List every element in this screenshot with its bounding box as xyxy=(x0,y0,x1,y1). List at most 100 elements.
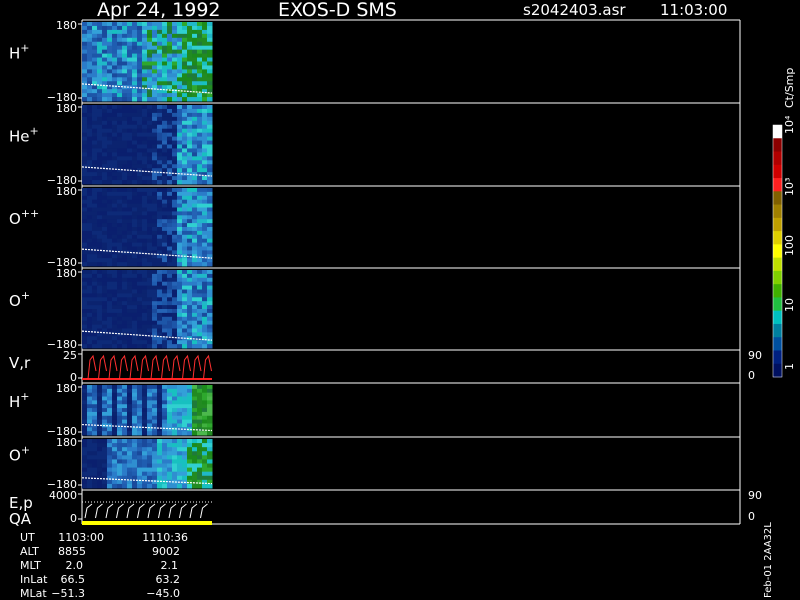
heatmap-cell xyxy=(142,172,148,177)
heatmap-cell xyxy=(197,332,203,337)
heatmap-cell xyxy=(127,69,133,74)
heatmap-cell xyxy=(142,328,148,333)
heatmap-cell xyxy=(132,97,138,102)
heatmap-cell xyxy=(117,479,123,485)
heatmap-cell xyxy=(177,400,183,405)
heatmap-cell xyxy=(97,415,103,421)
heatmap-cell xyxy=(107,33,113,39)
species-label-2: QA xyxy=(9,510,32,528)
heatmap-cell xyxy=(147,22,153,27)
heatmap-cell xyxy=(107,262,113,267)
heatmap-cell xyxy=(97,227,103,232)
heatmap-cell xyxy=(82,57,88,62)
heatmap-cell xyxy=(167,180,173,185)
heatmap-cell xyxy=(182,22,188,27)
heatmap-cell xyxy=(102,344,108,349)
heatmap-cell xyxy=(132,207,138,212)
heatmap-cell xyxy=(172,223,178,228)
heatmap-cell xyxy=(197,309,203,314)
heatmap-cell xyxy=(92,41,98,47)
heatmap-cell xyxy=(147,309,153,314)
footer-label-mlt: MLT xyxy=(20,559,41,572)
heatmap-cell xyxy=(107,223,113,228)
heatmap-cell xyxy=(192,305,198,310)
heatmap-cell xyxy=(197,152,203,157)
heatmap-cell xyxy=(182,328,188,333)
heatmap-cell xyxy=(107,277,113,283)
heatmap-cell xyxy=(147,467,153,473)
heatmap-cell xyxy=(172,37,178,43)
heatmap-cell xyxy=(192,439,198,444)
heatmap-cell xyxy=(117,25,123,31)
heatmap-cell xyxy=(162,128,168,134)
heatmap-cell xyxy=(107,25,113,31)
heatmap-cell xyxy=(137,270,143,275)
heatmap-cell xyxy=(97,459,103,464)
heatmap-cell xyxy=(92,45,98,51)
heatmap-cell xyxy=(147,340,153,345)
heatmap-cell xyxy=(192,69,198,74)
heatmap-cell xyxy=(172,281,178,287)
heatmap-cell xyxy=(87,41,93,47)
panel-5: 180−180H+ xyxy=(9,382,741,438)
heatmap-cell xyxy=(172,234,178,240)
heatmap-cell xyxy=(187,404,193,409)
heatmap-cell xyxy=(107,152,113,157)
heatmap-cell xyxy=(192,408,198,413)
heatmap-cell xyxy=(152,156,158,161)
heatmap-cell xyxy=(192,297,198,302)
heatmap-cell xyxy=(112,328,118,333)
heatmap-cell xyxy=(162,53,168,59)
heatmap-cell xyxy=(192,400,198,405)
heatmap-cell xyxy=(107,447,113,452)
heatmap-cell xyxy=(187,140,193,145)
heatmap-cell xyxy=(162,77,168,82)
heatmap-cell xyxy=(92,447,98,452)
heatmap-cell xyxy=(122,124,128,130)
heatmap-cell xyxy=(127,132,133,138)
heatmap-cell xyxy=(157,289,163,294)
heatmap-cell xyxy=(162,223,168,228)
heatmap-cell xyxy=(207,408,213,413)
heatmap-cell xyxy=(112,120,118,126)
panel-0: 180−180H+ xyxy=(9,19,741,104)
heatmap-cell xyxy=(182,120,188,126)
heatmap-cell xyxy=(177,250,183,255)
heatmap-cell xyxy=(157,215,163,220)
heatmap-cell xyxy=(172,475,178,481)
heatmap-cell xyxy=(117,277,123,283)
heatmap-cell xyxy=(132,289,138,294)
heatmap-cell xyxy=(187,459,193,464)
heatmap-cell xyxy=(162,105,168,110)
heatmap-cell xyxy=(137,195,143,201)
heatmap-cell xyxy=(107,411,113,417)
heatmap-cell xyxy=(92,132,98,138)
heatmap-cells xyxy=(82,188,213,267)
heatmap-cell xyxy=(197,195,203,201)
heatmap-cell xyxy=(97,388,103,394)
heatmap-cell xyxy=(207,250,213,255)
heatmap-cell xyxy=(202,97,208,102)
heatmap-cell xyxy=(177,53,183,59)
heatmap-cell xyxy=(162,332,168,337)
heatmap-cell xyxy=(137,471,143,477)
heatmap-cell xyxy=(147,289,153,294)
heatmap-cell xyxy=(127,431,133,436)
heatmap-cell xyxy=(147,144,153,149)
heatmap-cell xyxy=(202,385,208,390)
heatmap-cell xyxy=(97,128,103,134)
heatmap-cell xyxy=(117,258,123,263)
heatmap-cell xyxy=(167,128,173,134)
heatmap-cell xyxy=(82,132,88,138)
heatmap-cell xyxy=(117,219,123,224)
heatmap-cell xyxy=(162,483,168,489)
heatmap-cell xyxy=(172,431,178,436)
heatmap-cell xyxy=(197,69,203,74)
heatmap-cell xyxy=(177,483,183,489)
heatmap-cell xyxy=(177,22,183,27)
heatmap-cell xyxy=(177,219,183,224)
heatmap-cell xyxy=(127,328,133,333)
heatmap-cell xyxy=(147,148,153,153)
heatmap-cell xyxy=(157,483,163,489)
heatmap-cell xyxy=(102,305,108,310)
